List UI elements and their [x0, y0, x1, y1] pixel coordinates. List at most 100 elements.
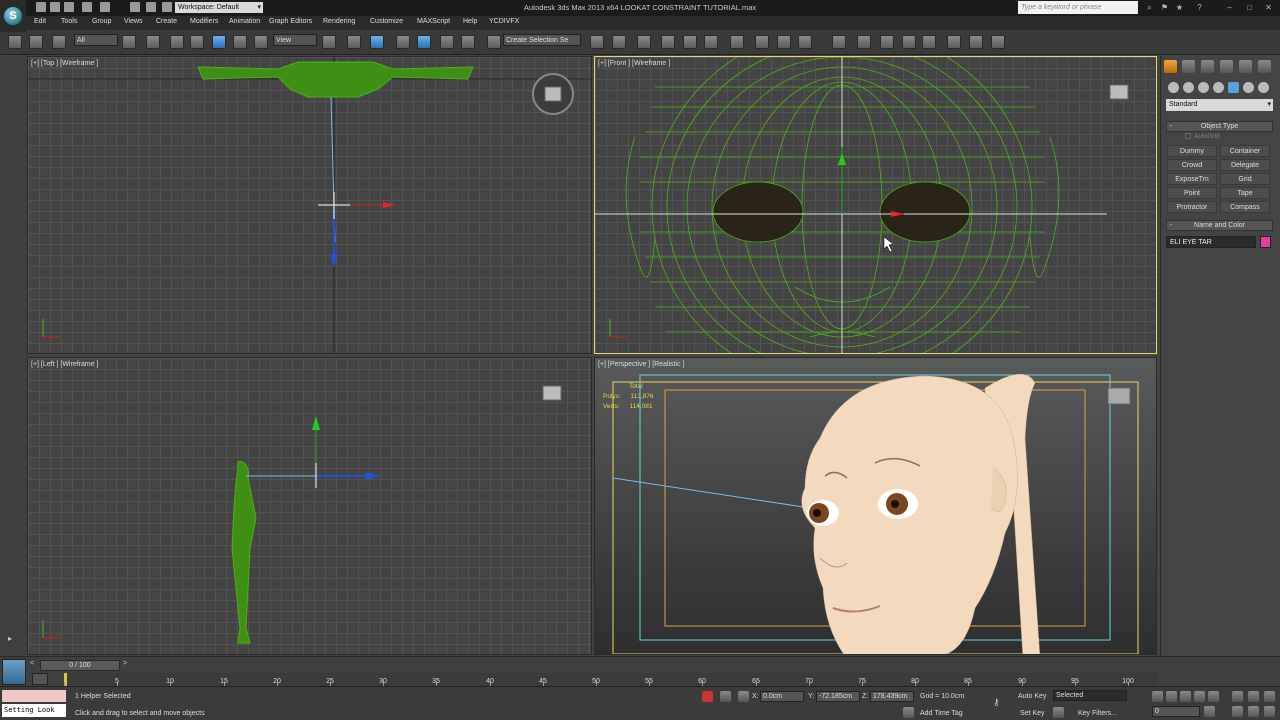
grid-button[interactable]: Grid — [1220, 173, 1270, 185]
zoom-all-icon[interactable] — [1248, 691, 1259, 702]
percent-snap-icon[interactable] — [440, 35, 454, 49]
modify-tab-icon[interactable] — [1182, 60, 1195, 73]
app-menu-button[interactable]: S — [0, 0, 26, 32]
time-configuration-icon[interactable] — [1204, 706, 1215, 717]
menu-graph-editors[interactable]: Graph Editors — [269, 18, 312, 25]
time-slider[interactable]: 0 / 100 — [40, 660, 120, 671]
go-to-start-icon[interactable] — [1152, 691, 1163, 702]
favorites-star-icon[interactable]: ★ — [1175, 3, 1184, 12]
geometry-icon[interactable] — [1168, 82, 1179, 93]
display-tab-icon[interactable] — [1239, 60, 1252, 73]
rendered-frame-window-icon[interactable] — [798, 35, 812, 49]
previous-frame-icon[interactable] — [1166, 691, 1177, 702]
object-name-field[interactable]: ELI EYE TAR — [1166, 236, 1256, 248]
auto-key-button[interactable]: Auto Key — [1018, 693, 1046, 700]
viewport-label[interactable]: [+] [Top ] [Wireframe ] — [31, 60, 98, 67]
delegate-button[interactable]: Delegate — [1220, 159, 1270, 171]
close-icon[interactable]: ✕ — [1264, 3, 1273, 12]
hierarchy-tab-icon[interactable] — [1201, 60, 1214, 73]
viewport-perspective[interactable]: [+] [Perspective ] [Realistic ] Total Po… — [594, 357, 1157, 655]
named-selection-sets-dropdown[interactable]: Create Selection Se — [503, 34, 581, 46]
play-animation-icon[interactable] — [1180, 691, 1191, 702]
menu-rendering[interactable]: Rendering — [323, 18, 355, 25]
render-production-icon[interactable] — [832, 35, 846, 49]
video-tool-icon[interactable] — [969, 35, 983, 49]
rectangular-selection-icon[interactable] — [170, 35, 184, 49]
hair-tool-icon[interactable] — [922, 35, 936, 49]
pan-view-icon[interactable] — [1248, 706, 1259, 717]
isolate-selection-icon[interactable] — [702, 691, 713, 702]
systems-icon[interactable] — [1258, 82, 1269, 93]
menu-views[interactable]: Views — [124, 18, 143, 25]
select-by-name-icon[interactable] — [146, 35, 160, 49]
space-warps-icon[interactable] — [1243, 82, 1254, 93]
maximize-icon[interactable]: □ — [1245, 3, 1254, 12]
cameras-icon[interactable] — [1213, 82, 1224, 93]
viewport-top[interactable]: [+] [Top ] [Wireframe ] — [27, 56, 592, 354]
trackbar[interactable]: 5 10 15 20 25 30 35 40 45 50 55 60 65 70 75 80 85 90 95 100 — [64, 673, 1158, 686]
angle-snap-icon[interactable] — [417, 35, 431, 49]
minimize-icon[interactable]: – — [1225, 3, 1234, 12]
container-button[interactable]: Container — [1220, 145, 1270, 157]
protractor-button[interactable]: Protractor — [1167, 201, 1217, 213]
category-dropdown[interactable]: Standard ▾ — [1166, 99, 1273, 111]
menu-modifiers[interactable]: Modifiers — [190, 18, 218, 25]
sphere-tool-icon[interactable] — [857, 35, 871, 49]
select-and-scale-icon[interactable] — [254, 35, 268, 49]
menu-tools[interactable]: Tools — [61, 18, 77, 25]
select-and-move-icon[interactable] — [212, 35, 226, 49]
helpers-icon[interactable] — [1228, 82, 1239, 93]
menu-group[interactable]: Group — [92, 18, 111, 25]
script-tool-icon[interactable] — [947, 35, 961, 49]
viewport-front[interactable]: [+] [Front ] [Wireframe ] — [594, 56, 1157, 354]
x-coordinate-field[interactable]: 0.0cm — [760, 691, 804, 702]
current-frame-field[interactable]: 0 — [1152, 706, 1200, 717]
select-manipulate-icon[interactable] — [347, 35, 361, 49]
maxscript-listener-output[interactable]: Setting Look — [2, 704, 66, 717]
selection-filter-dropdown[interactable]: All — [74, 34, 118, 46]
name-and-color-rollout[interactable]: - Name and Color — [1166, 220, 1273, 231]
search-input[interactable]: Type a keyword or phrase — [1018, 1, 1138, 14]
viewport-label[interactable]: [+] [Front ] [Wireframe ] — [598, 60, 670, 67]
add-time-tag-icon[interactable] — [903, 707, 914, 718]
track-view-icon[interactable] — [32, 673, 48, 685]
object-type-rollout[interactable]: - Object Type — [1166, 121, 1273, 132]
tape-button[interactable]: Tape — [1220, 187, 1270, 199]
menu-help[interactable]: Help — [463, 18, 477, 25]
toggle-layer-explorer-icon[interactable] — [661, 35, 675, 49]
bind-space-warp-icon[interactable] — [52, 35, 66, 49]
menu-maxscript[interactable]: MAXScript — [417, 18, 450, 25]
window-crossing-icon[interactable] — [190, 35, 204, 49]
menu-create[interactable]: Create — [156, 18, 177, 25]
material-editor-icon[interactable] — [755, 35, 769, 49]
go-to-end-icon[interactable] — [1208, 691, 1219, 702]
menu-customize[interactable]: Customize — [370, 18, 403, 25]
link-icon[interactable] — [8, 35, 22, 49]
compass-button[interactable]: Compass — [1220, 201, 1270, 213]
utilities-tab-icon[interactable] — [1258, 60, 1271, 73]
viewport-left[interactable]: [+] [Left ] [Wireframe ] — [27, 357, 592, 655]
menu-ycdivfx[interactable]: YCDIVFX — [489, 18, 519, 25]
help-icon[interactable]: ? — [1195, 3, 1204, 12]
key-filters-button[interactable]: Key Filters... — [1078, 710, 1117, 717]
render-setup-icon[interactable] — [777, 35, 791, 49]
key-mode-dropdown[interactable]: Selected — [1053, 690, 1127, 701]
next-frame-icon[interactable]: > — [123, 660, 127, 667]
menu-edit[interactable]: Edit — [34, 18, 46, 25]
mirror-icon[interactable] — [590, 35, 604, 49]
prev-frame-icon[interactable]: < — [30, 660, 34, 667]
create-tab-icon[interactable] — [1164, 60, 1177, 73]
add-time-tag[interactable]: Add Time Tag — [920, 710, 963, 717]
communication-center-icon[interactable]: ⚑ — [1160, 3, 1169, 12]
menu-animation[interactable]: Animation — [229, 18, 260, 25]
motion-tab-icon[interactable] — [1220, 60, 1233, 73]
edit-named-selection-icon[interactable] — [487, 35, 501, 49]
keyboard-shortcut-override-icon[interactable] — [370, 35, 384, 49]
zoom-extents-icon[interactable] — [1264, 691, 1275, 702]
autogrid-checkbox[interactable]: AutoGrid — [1185, 133, 1220, 140]
lights-icon[interactable] — [1198, 82, 1209, 93]
extra-tool-icon[interactable] — [991, 35, 1005, 49]
object-color-swatch[interactable] — [1260, 236, 1271, 248]
curve-editor-icon[interactable] — [704, 35, 718, 49]
align-icon[interactable] — [612, 35, 626, 49]
